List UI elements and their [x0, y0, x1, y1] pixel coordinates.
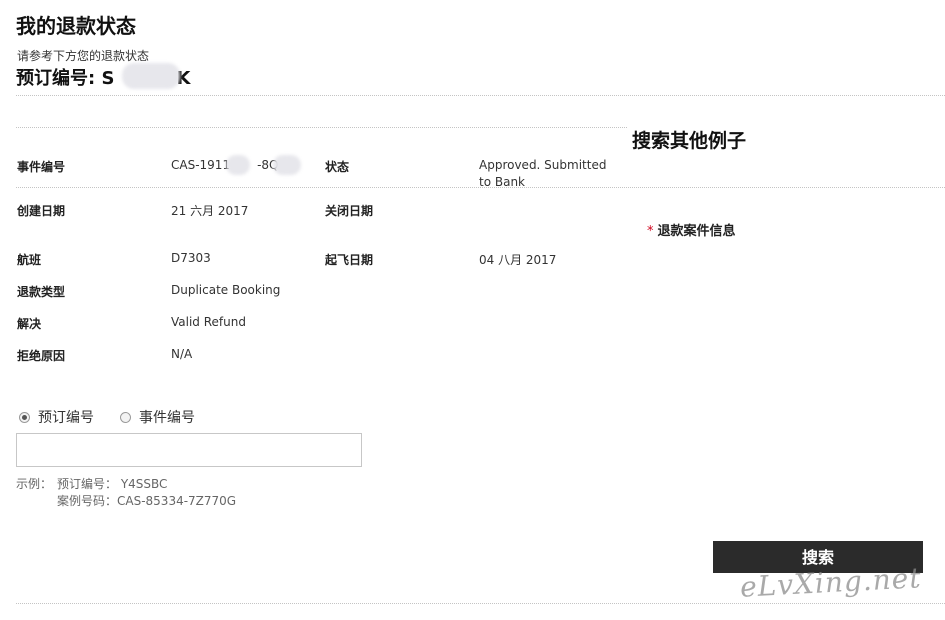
instruction-text: 请参考下方您的退款状态 [17, 49, 150, 63]
required-star: * [647, 224, 654, 239]
booking-ref-label: 预订编号: [16, 68, 102, 89]
refund-type-label: 退款类型 [17, 285, 66, 299]
resolution-label: 解决 [17, 317, 42, 331]
redaction-mark [122, 63, 180, 89]
booking-ref-start: S [101, 68, 115, 89]
radio-booking-number[interactable]: 预订编号 [19, 407, 94, 427]
case-number-value: CAS-1911 -8Q [171, 158, 279, 172]
search-other-title: 搜索其他例子 [632, 130, 747, 152]
departure-date-value: 04 八月 2017 [479, 253, 557, 267]
case-number-start: CAS-1911 [171, 158, 231, 172]
rejection-reason-label: 拒绝原因 [17, 349, 66, 363]
divider [16, 187, 945, 188]
redaction-mark [273, 155, 301, 175]
radio-booking-number-label[interactable]: 预订编号 [38, 407, 94, 427]
status-value: Approved. Submitted to Bank [479, 158, 607, 189]
closed-date-label: 关闭日期 [325, 204, 374, 218]
created-date-label: 创建日期 [17, 204, 66, 218]
page-title: 我的退款状态 [16, 14, 136, 38]
divider [16, 127, 627, 128]
refund-type-value: Duplicate Booking [171, 283, 281, 297]
flight-value: D7303 [171, 251, 211, 265]
example-booking-number: 预订编号： Y4SSBC [57, 477, 168, 491]
radio-case-number-label[interactable]: 事件编号 [139, 407, 195, 427]
divider [16, 603, 945, 604]
search-input[interactable] [16, 433, 362, 467]
example-label: 示例： [16, 477, 53, 491]
divider [16, 95, 945, 96]
status-label: 状态 [325, 160, 350, 174]
flight-label: 航班 [17, 253, 42, 267]
created-date-value: 21 六月 2017 [171, 204, 249, 218]
example-case-number: 案例号码：CAS-85334-7Z770G [57, 494, 237, 508]
case-number-label: 事件编号 [17, 160, 66, 174]
resolution-value: Valid Refund [171, 315, 246, 329]
refund-case-info: * 退款案件信息 [647, 220, 736, 239]
rejection-reason-value: N/A [171, 347, 193, 361]
refund-case-info-label: 退款案件信息 [657, 224, 736, 239]
departure-date-label: 起飞日期 [325, 253, 374, 267]
radio-case-number[interactable]: 事件编号 [120, 407, 195, 427]
radio-unselected-icon[interactable] [120, 411, 131, 423]
radio-selected-icon[interactable] [19, 411, 30, 423]
redaction-mark [226, 155, 250, 175]
